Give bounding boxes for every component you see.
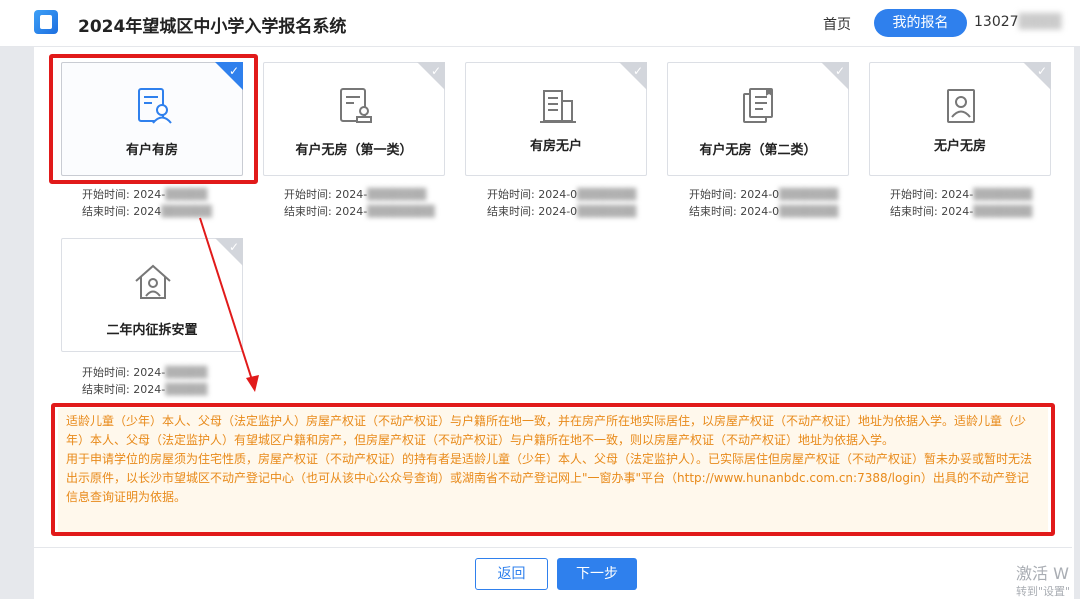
footer-divider (34, 547, 1072, 548)
os-activation-watermark: 激活 W (1016, 564, 1069, 583)
back-button[interactable]: 返回 (475, 558, 548, 590)
os-activation-hint: 转到"设置" (1016, 585, 1071, 598)
highlight-box-notice (51, 403, 1055, 536)
next-step-button[interactable]: 下一步 (557, 558, 637, 590)
